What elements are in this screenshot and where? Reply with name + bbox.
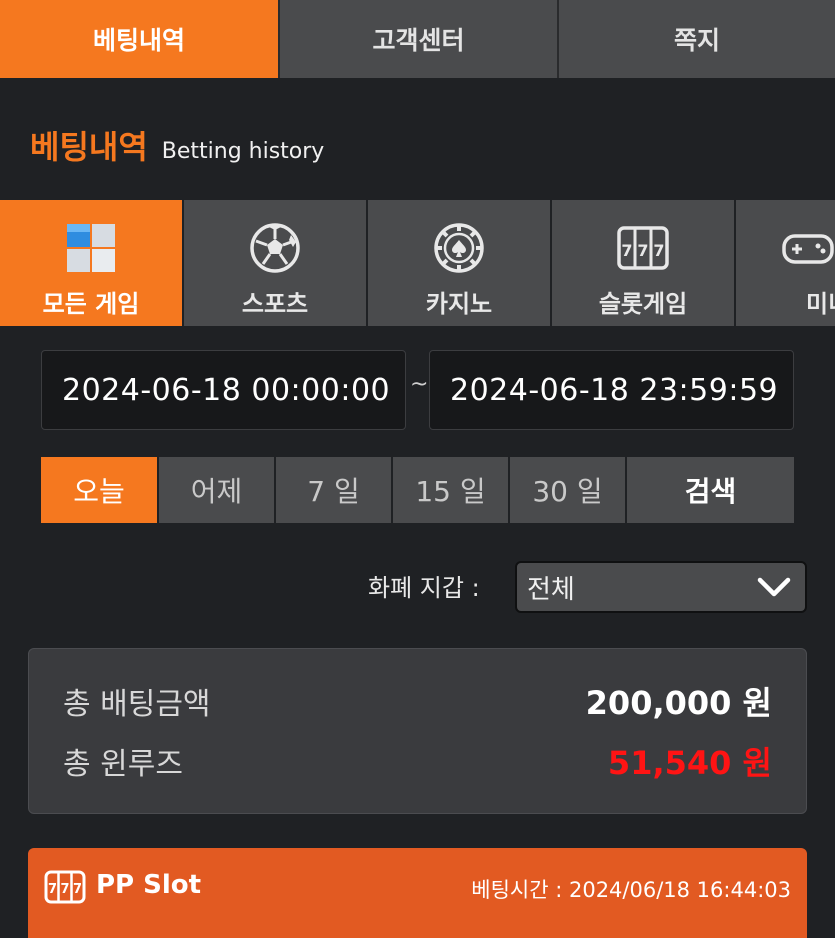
total-winloss-label: 총 윈루즈 (63, 747, 183, 782)
all-games-icon (67, 224, 115, 272)
gamepad-icon (782, 234, 834, 264)
svg-text:7: 7 (73, 882, 82, 897)
total-bet-label: 총 배팅금액 (63, 687, 211, 722)
top-navigation: 베팅내역 고객센터 쪽지 (0, 0, 835, 78)
svg-text:7: 7 (653, 241, 664, 260)
game-tab-mini[interactable]: 미니 (736, 200, 835, 326)
tab-betting-history[interactable]: 베팅내역 (0, 0, 278, 78)
game-tab-label: 슬롯게임 (598, 290, 688, 318)
svg-text:7: 7 (48, 882, 57, 897)
page-subtitle: Betting history (161, 139, 325, 164)
bet-game-name: PP Slot (96, 870, 202, 900)
filter-today-button[interactable]: 오늘 (41, 457, 157, 523)
wallet-label: 화폐 지갑 : (368, 574, 480, 602)
casino-chip-icon (434, 223, 484, 273)
total-bet-value: 200,000 원 (585, 684, 772, 722)
wallet-selected-value: 전체 (527, 574, 575, 605)
svg-text:7: 7 (621, 241, 632, 260)
bet-record-card[interactable]: 7 7 7 PP Slot 베팅시간 : 2024/06/18 16:44:03 (28, 848, 807, 938)
bet-time: 베팅시간 : 2024/06/18 16:44:03 (471, 878, 791, 902)
wallet-select[interactable]: 전체 (515, 561, 807, 613)
start-date-input[interactable]: 2024-06-18 00:00:00 (41, 350, 406, 430)
filter-30days-button[interactable]: 30 일 (510, 457, 625, 523)
game-tab-label: 스포츠 (241, 290, 309, 318)
game-tab-label: 미니 (806, 290, 835, 318)
slot-machine-icon: 7 7 7 (44, 870, 86, 904)
svg-text:7: 7 (60, 882, 69, 897)
betting-summary-panel: 총 배팅금액 200,000 원 총 윈루즈 51,540 원 (28, 648, 807, 814)
date-separator: ~ (410, 372, 429, 397)
tab-messages[interactable]: 쪽지 (557, 0, 835, 78)
page-heading: 베팅내역 Betting history (30, 122, 324, 168)
svg-text:7: 7 (637, 241, 648, 260)
total-winloss-row: 총 윈루즈 51,540 원 (63, 739, 772, 783)
end-date-input[interactable]: 2024-06-18 23:59:59 (429, 350, 794, 430)
game-tab-sports[interactable]: 스포츠 (184, 200, 366, 326)
filter-15days-button[interactable]: 15 일 (393, 457, 508, 523)
total-winloss-value: 51,540 원 (607, 744, 772, 782)
game-tab-casino[interactable]: 카지노 (368, 200, 550, 326)
game-tab-slots[interactable]: 7 7 7 슬롯게임 (552, 200, 734, 326)
filter-7days-button[interactable]: 7 일 (276, 457, 391, 523)
slot-machine-icon: 7 7 7 (617, 226, 669, 270)
game-tab-label: 카지노 (425, 290, 493, 318)
tab-customer-center[interactable]: 고객센터 (278, 0, 557, 78)
soccer-ball-icon (250, 223, 300, 273)
page-title: 베팅내역 (30, 128, 148, 166)
game-category-tabs: 모든 게임 스포츠 카지노 7 7 7 슬롯게임 미 (0, 200, 835, 326)
search-button[interactable]: 검색 (627, 457, 794, 523)
game-tab-label: 모든 게임 (42, 290, 140, 318)
filter-yesterday-button[interactable]: 어제 (159, 457, 274, 523)
game-tab-all[interactable]: 모든 게임 (0, 200, 182, 326)
chevron-down-icon (757, 577, 791, 597)
total-bet-row: 총 배팅금액 200,000 원 (63, 679, 772, 723)
